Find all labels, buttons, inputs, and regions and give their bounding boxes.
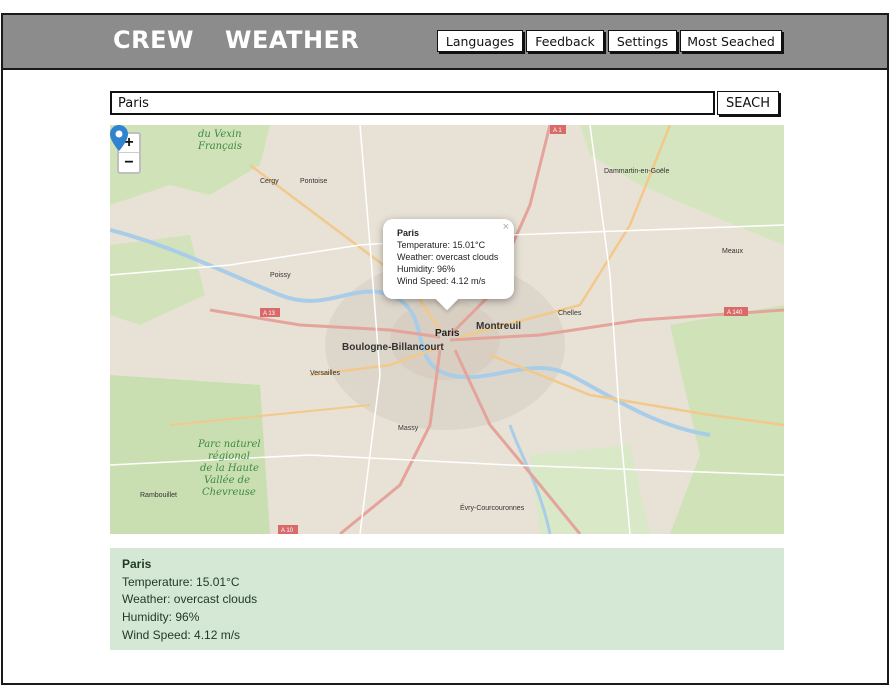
label-pontoise: Pontoise — [300, 178, 327, 185]
label-chevreuse-1: Parc naturel — [197, 439, 261, 450]
label-chevreuse-3: de la Haute — [200, 463, 259, 474]
shield-a1: A 1 — [553, 128, 562, 134]
label-chelles: Chelles — [558, 310, 582, 317]
map-view[interactable]: du Vexin Français Cergy Pontoise Poissy … — [110, 125, 784, 534]
shield-a140: A 140 — [727, 310, 743, 316]
brand-crew: CREW — [113, 26, 194, 54]
shield-a10: A 10 — [281, 528, 294, 534]
search-input[interactable] — [110, 91, 715, 115]
popup-temperature: Temperature: 15.01°C — [397, 240, 486, 250]
most-searched-button[interactable]: Most Seached — [680, 30, 782, 52]
top-bar: CREW WEATHER Languages Feedback Settings… — [3, 15, 887, 70]
label-vexin-2: Français — [197, 141, 242, 152]
popup-city: Paris — [397, 228, 420, 238]
label-dammartin: Dammartin-en-Goële — [604, 168, 669, 175]
map-tiles: du Vexin Français Cergy Pontoise Poissy … — [110, 125, 784, 534]
result-weather: Weather: overcast clouds — [122, 592, 258, 607]
popup-wind: Wind Speed: 4.12 m/s — [397, 276, 486, 286]
label-chevreuse-2: régional — [208, 451, 250, 462]
shield-a13: A 13 — [263, 311, 276, 317]
popup-weather: Weather: overcast clouds — [397, 252, 499, 262]
result-temperature: Temperature: 15.01°C — [122, 574, 240, 589]
popup-humidity: Humidity: 96% — [397, 264, 456, 274]
result-city: Paris — [122, 557, 152, 571]
label-evry: Évry-Courcouronnes — [460, 503, 525, 512]
result-humidity: Humidity: 96% — [122, 610, 200, 625]
map-popup: × Paris Temperature: 15.01°C Weather: ov… — [383, 219, 514, 311]
label-montreuil: Montreuil — [476, 321, 521, 332]
label-vexin-1: du Vexin — [198, 129, 242, 140]
label-chevreuse-5: Chevreuse — [202, 487, 256, 498]
label-cergy: Cergy — [260, 178, 279, 185]
label-massy: Massy — [398, 425, 419, 432]
label-versailles: Versailles — [310, 370, 340, 377]
search-button[interactable]: SEACH — [717, 91, 779, 115]
label-meaux: Meaux — [722, 248, 744, 255]
feedback-button[interactable]: Feedback — [526, 30, 604, 52]
result-wind: Wind Speed: 4.12 m/s — [122, 627, 241, 642]
weather-result-panel: Paris Temperature: 15.01°C Weather: over… — [110, 548, 784, 650]
settings-button[interactable]: Settings — [608, 30, 677, 52]
map-marker-icon[interactable] — [110, 125, 128, 151]
zoom-out-button[interactable]: − — [119, 153, 139, 172]
label-paris: Paris — [435, 328, 460, 339]
languages-button[interactable]: Languages — [437, 30, 523, 52]
label-rambouillet: Rambouillet — [140, 492, 177, 499]
popup-close-icon[interactable]: × — [503, 221, 509, 233]
label-chevreuse-4: Vallée de — [204, 475, 250, 486]
label-boulogne: Boulogne-Billancourt — [342, 342, 444, 353]
label-poissy: Poissy — [270, 272, 291, 279]
brand-weather: WEATHER — [225, 26, 360, 54]
